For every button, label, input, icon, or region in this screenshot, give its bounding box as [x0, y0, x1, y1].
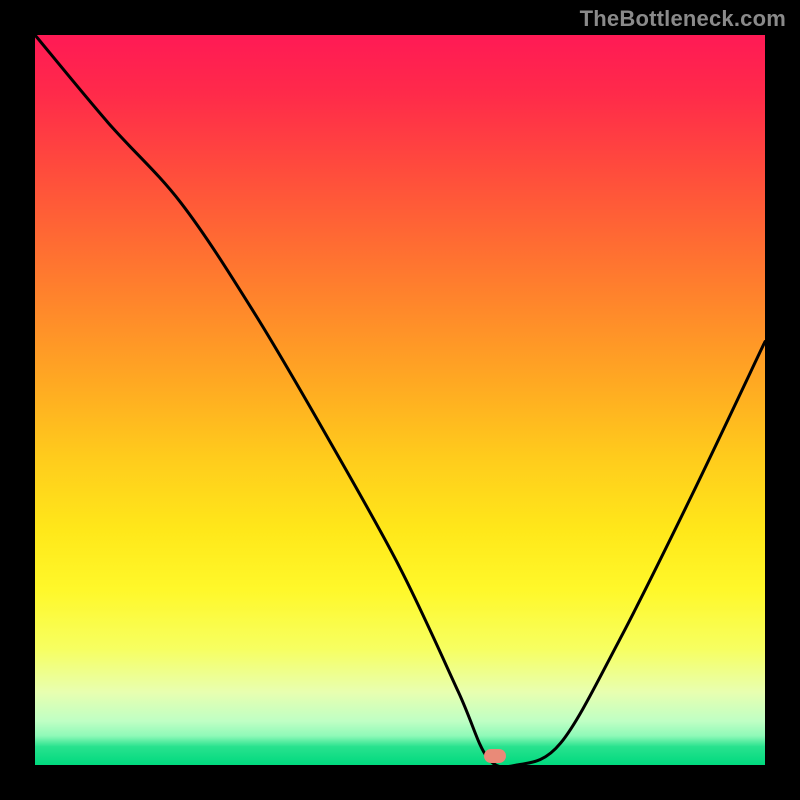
chart-frame: TheBottleneck.com: [0, 0, 800, 800]
optimal-marker: [484, 749, 506, 763]
watermark-text: TheBottleneck.com: [580, 6, 786, 32]
plot-area: [35, 35, 765, 765]
bottleneck-curve: [35, 35, 765, 765]
